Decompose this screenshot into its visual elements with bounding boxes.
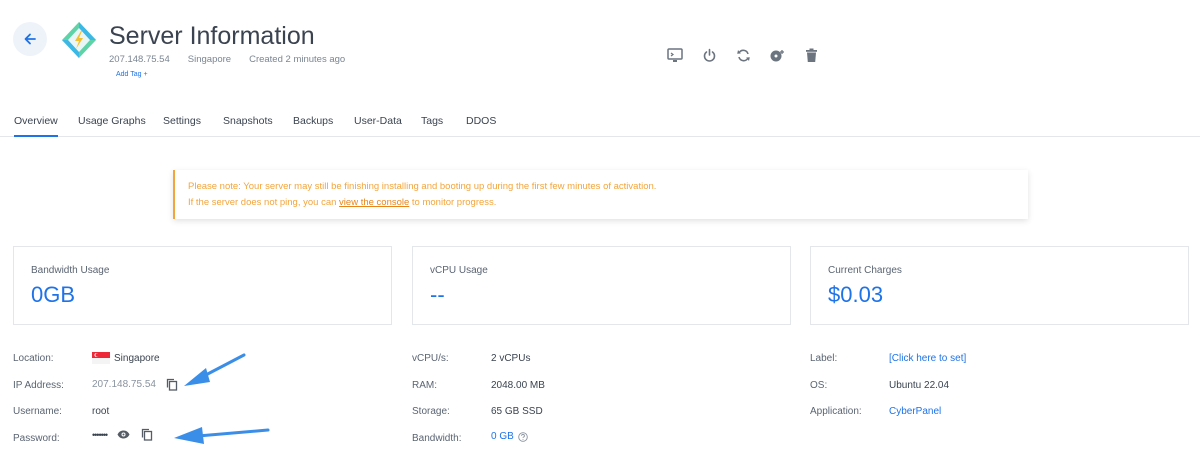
destroy-button[interactable] <box>800 44 822 66</box>
activation-notice: Please note: Your server may still be fi… <box>173 170 1028 219</box>
tab-bar: Overview Usage Graphs Settings Snapshots… <box>0 104 1200 137</box>
detail-label: Password: <box>13 433 60 444</box>
detail-vcpu: vCPU/s: <box>412 353 449 364</box>
power-button[interactable] <box>698 44 720 66</box>
trash-icon <box>805 48 817 62</box>
arrow-left-icon <box>24 33 36 45</box>
detail-label: Application: <box>810 406 862 417</box>
singapore-flag-icon <box>92 352 110 364</box>
tab-ddos[interactable]: DDOS <box>466 115 496 127</box>
header-location: Singapore <box>187 54 232 65</box>
back-button[interactable] <box>13 22 47 56</box>
bandwidth-usage-card: Bandwidth Usage 0GB <box>13 246 392 325</box>
tab-backups[interactable]: Backups <box>293 115 333 127</box>
view-console-link[interactable]: view the console <box>339 197 409 208</box>
reinstall-icon <box>770 49 784 61</box>
card-value: $0.03 <box>828 282 884 307</box>
detail-label: Username: <box>13 406 62 417</box>
detail-label-value: [Click here to set] <box>889 353 966 364</box>
annotation-arrow-password <box>174 427 270 444</box>
detail-storage: Storage: <box>412 406 450 417</box>
detail-label: OS: <box>810 380 828 391</box>
detail-vcpu-value: 2 vCPUs <box>491 353 531 364</box>
tab-snapshots[interactable]: Snapshots <box>223 115 273 127</box>
header-created: Created 2 minutes ago <box>249 54 346 65</box>
detail-storage-value: 65 GB SSD <box>491 406 543 417</box>
detail-ip-value: 207.148.75.54 <box>92 378 178 391</box>
tab-settings[interactable]: Settings <box>163 115 201 127</box>
detail-label: Label: <box>810 353 837 364</box>
application-link[interactable]: CyberPanel <box>889 406 941 417</box>
card-label: vCPU Usage <box>430 265 488 276</box>
card-label: Bandwidth Usage <box>31 265 110 276</box>
eye-icon <box>117 430 130 439</box>
console-icon <box>667 47 683 62</box>
server-meta: 207.148.75.54 Singapore Created 2 minute… <box>109 54 345 65</box>
cyberpanel-logo-icon <box>62 22 96 58</box>
vcpu-usage-card: vCPU Usage -- <box>412 246 791 325</box>
tab-usage-graphs[interactable]: Usage Graphs <box>78 115 146 127</box>
location-text: Singapore <box>114 352 160 364</box>
detail-label: RAM: <box>412 380 437 391</box>
detail-password-value: ••••••• <box>92 428 153 441</box>
reveal-password-button[interactable] <box>117 430 130 439</box>
restart-button[interactable] <box>732 44 754 66</box>
detail-ram-value: 2048.00 MB <box>491 380 545 391</box>
annotation-arrow-ip <box>184 353 246 386</box>
copy-icon <box>141 428 153 441</box>
detail-os: OS: <box>810 380 827 391</box>
ip-text: 207.148.75.54 <box>92 379 156 390</box>
tab-overview[interactable]: Overview <box>14 115 58 137</box>
username-text: root <box>92 406 110 417</box>
set-label-link[interactable]: [Click here to set] <box>889 353 966 364</box>
detail-bandwidth-value: 0 GB <box>491 431 528 442</box>
header-ip: 207.148.75.54 <box>109 54 170 65</box>
copy-password-button[interactable] <box>141 428 153 441</box>
copy-icon <box>166 378 178 391</box>
bandwidth-link[interactable]: 0 GB <box>491 431 514 442</box>
card-value: 0GB <box>31 282 76 307</box>
detail-bandwidth: Bandwidth: <box>412 433 461 444</box>
detail-password: Password: <box>13 433 60 444</box>
copy-ip-button[interactable] <box>166 378 178 391</box>
add-tag-link[interactable]: Add Tag + <box>116 71 148 78</box>
tab-tags[interactable]: Tags <box>421 115 443 127</box>
detail-label: Storage: <box>412 406 450 417</box>
detail-label: Location: <box>13 353 54 364</box>
detail-application: Application: <box>810 406 862 417</box>
current-charges-card: Current Charges $0.03 <box>810 246 1189 325</box>
detail-location: Location: <box>13 353 54 364</box>
notice-line-2: If the server does not ping, you can vie… <box>188 197 497 208</box>
detail-ip: IP Address: <box>13 380 64 391</box>
password-mask: ••••••• <box>92 429 108 440</box>
detail-label: vCPU/s: <box>412 353 449 364</box>
card-label: Current Charges <box>828 265 902 276</box>
detail-os-value: Ubuntu 22.04 <box>889 380 950 391</box>
detail-ram: RAM: <box>412 380 437 391</box>
detail-application-value: CyberPanel <box>889 406 941 417</box>
help-icon[interactable] <box>518 431 528 442</box>
detail-username-value: root <box>92 406 109 417</box>
detail-label: IP Address: <box>13 380 64 391</box>
reinstall-button[interactable] <box>766 44 788 66</box>
power-icon <box>703 48 715 62</box>
notice-line-1: Please note: Your server may still be fi… <box>188 181 657 192</box>
restart-icon <box>736 49 750 61</box>
detail-location-value: Singapore <box>92 352 160 367</box>
page-title: Server Information <box>109 22 315 50</box>
card-value: -- <box>430 282 445 307</box>
detail-username: Username: <box>13 406 62 417</box>
tab-user-data[interactable]: User-Data <box>354 115 402 127</box>
detail-label: Label: <box>810 353 838 364</box>
server-toolbar <box>664 44 822 66</box>
console-button[interactable] <box>664 44 686 66</box>
detail-label: Bandwidth: <box>412 433 462 444</box>
